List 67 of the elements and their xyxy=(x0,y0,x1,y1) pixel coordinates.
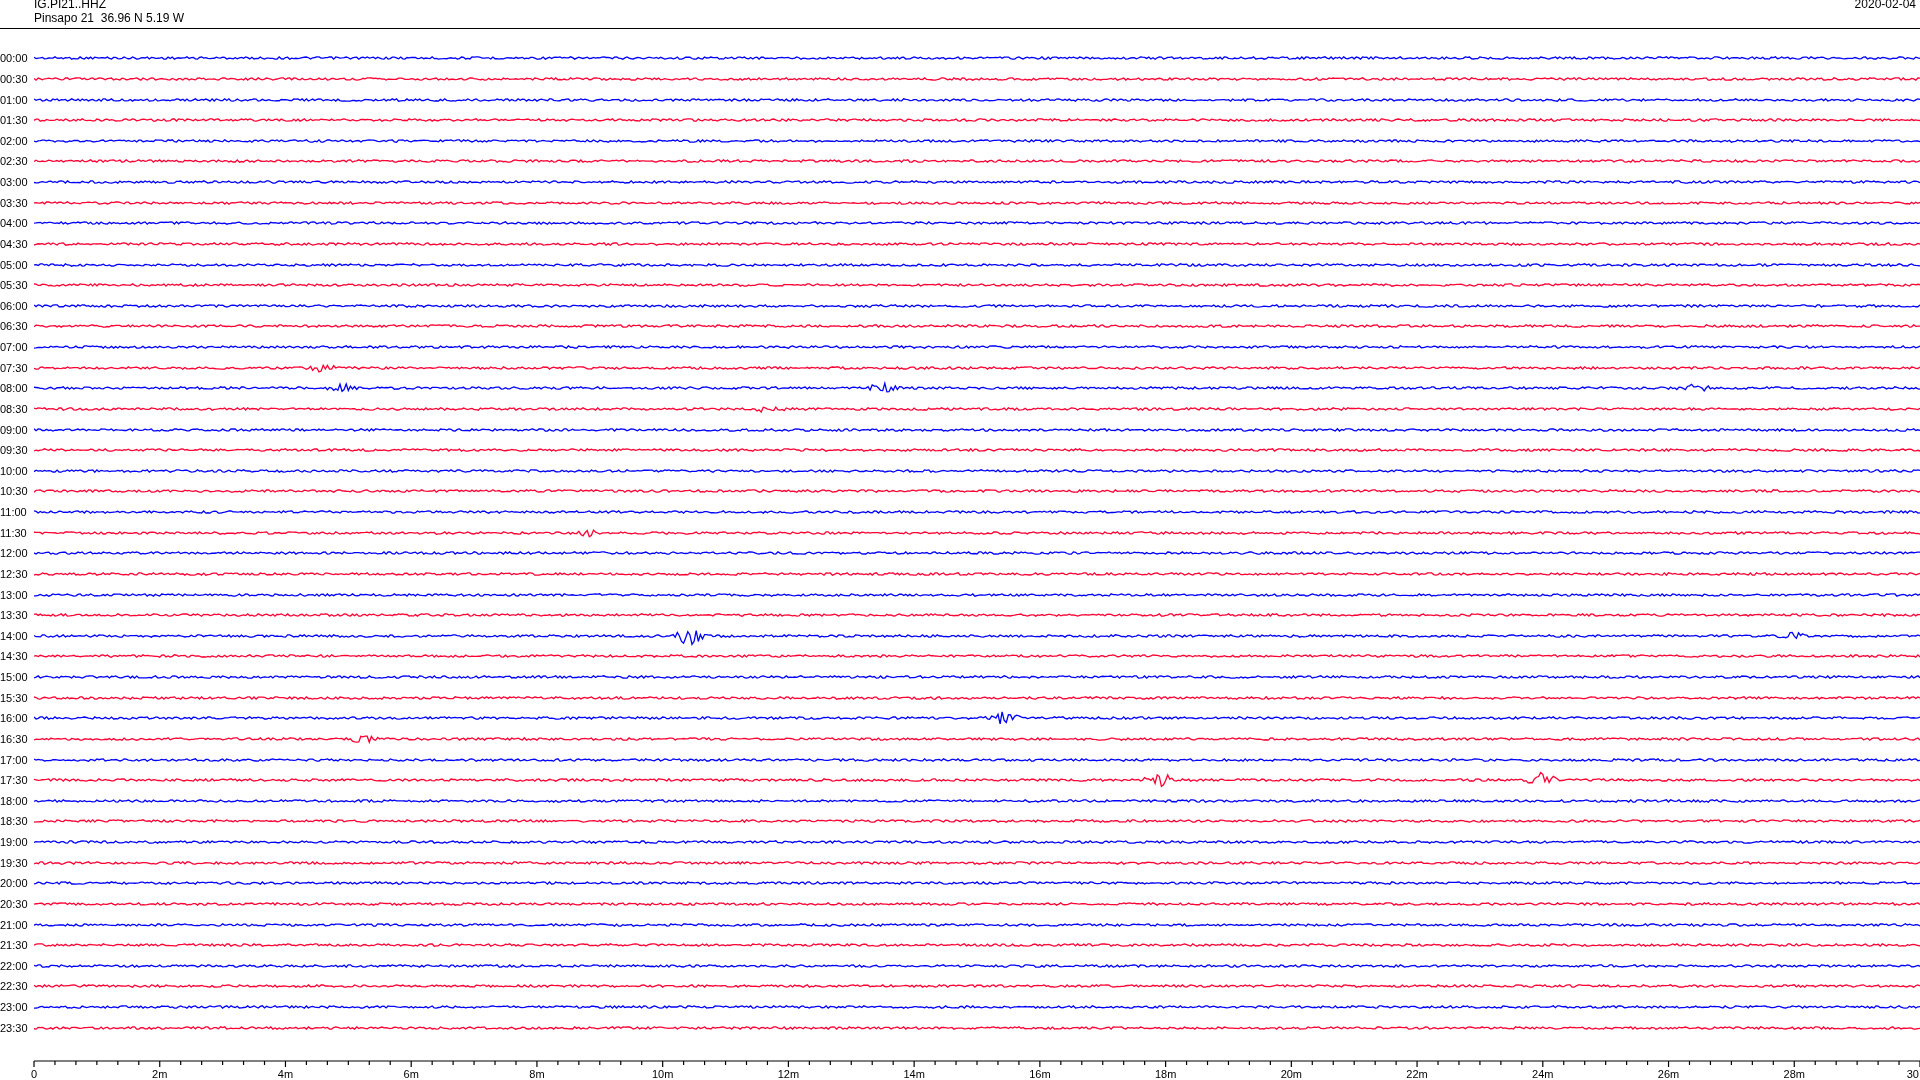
time-label: 15:00 xyxy=(0,671,29,684)
time-label: 18:00 xyxy=(0,794,29,807)
time-label: 10:30 xyxy=(0,485,29,498)
axis-label: 0 xyxy=(30,1068,38,1080)
axis-label: 4m xyxy=(277,1068,294,1080)
axis-label: 26m xyxy=(1657,1068,1680,1080)
time-label: 03:00 xyxy=(0,176,29,189)
time-label: 07:30 xyxy=(0,361,29,374)
time-label: 10:00 xyxy=(0,464,29,477)
time-label: 14:30 xyxy=(0,650,29,663)
time-label: 23:30 xyxy=(0,1021,29,1034)
time-label: 02:00 xyxy=(0,134,29,147)
axis-label: 20m xyxy=(1280,1068,1303,1080)
time-label: 13:00 xyxy=(0,588,29,601)
time-label: 11:30 xyxy=(0,526,28,539)
time-label: 13:30 xyxy=(0,609,29,622)
date-label: 2020-02-04 xyxy=(1854,0,1916,13)
axis-label: 30 xyxy=(1906,1068,1919,1080)
time-label: 17:30 xyxy=(0,774,29,787)
time-label: 20:30 xyxy=(0,897,29,910)
axis-label: 24m xyxy=(1532,1068,1554,1080)
time-label: 03:30 xyxy=(0,196,29,209)
time-label: 21:00 xyxy=(0,918,29,931)
time-label: 04:00 xyxy=(0,217,29,230)
time-label: 11:00 xyxy=(0,506,28,519)
time-label: 04:30 xyxy=(0,237,29,250)
time-label: 02:30 xyxy=(0,155,29,168)
station-code: IG.PI21..HHZ xyxy=(34,0,108,11)
time-label: 19:00 xyxy=(0,836,29,849)
time-label: 22:00 xyxy=(0,959,29,972)
axis-label: 22m xyxy=(1406,1068,1428,1080)
time-label: 19:30 xyxy=(0,856,29,869)
time-label: 09:30 xyxy=(0,444,29,457)
axis-label: 14m xyxy=(903,1068,925,1080)
time-label: 20:00 xyxy=(0,877,29,890)
time-label: 01:30 xyxy=(0,114,29,127)
time-label: 12:30 xyxy=(0,567,29,580)
axis-label: 28m xyxy=(1783,1068,1805,1080)
axis-label: 18m xyxy=(1154,1068,1177,1080)
time-label: 07:00 xyxy=(0,341,29,354)
time-label: 08:00 xyxy=(0,382,29,395)
time-label: 14:00 xyxy=(0,629,29,642)
axis-label: 2m xyxy=(152,1068,168,1080)
time-label: 21:30 xyxy=(0,939,29,952)
station-location: Pinsapo 21 36.96 N 5.19 W xyxy=(34,11,185,25)
time-label: 00:00 xyxy=(0,52,29,65)
axis-label: 8m xyxy=(529,1068,545,1080)
time-label: 22:30 xyxy=(0,980,29,993)
time-label: 08:30 xyxy=(0,402,29,415)
axis-label: 10m xyxy=(651,1068,674,1080)
time-label: 05:00 xyxy=(0,258,29,271)
time-label: 16:30 xyxy=(0,732,29,745)
time-label: 06:30 xyxy=(0,320,29,333)
axis-label: 16m xyxy=(1029,1068,1051,1080)
time-label: 09:00 xyxy=(0,423,29,436)
time-label: 16:00 xyxy=(0,712,29,725)
time-label: 05:30 xyxy=(0,279,29,292)
time-label: 17:00 xyxy=(0,753,29,766)
time-label: 18:30 xyxy=(0,815,29,828)
time-label: 01:00 xyxy=(0,93,29,106)
time-label: 12:00 xyxy=(0,547,29,560)
time-label: 23:00 xyxy=(0,1001,29,1014)
time-label: 15:30 xyxy=(0,691,29,704)
axis-label: 6m xyxy=(403,1068,419,1080)
axis-label: 12m xyxy=(777,1068,800,1080)
time-label: 06:00 xyxy=(0,299,29,312)
time-label: 00:30 xyxy=(0,72,29,85)
